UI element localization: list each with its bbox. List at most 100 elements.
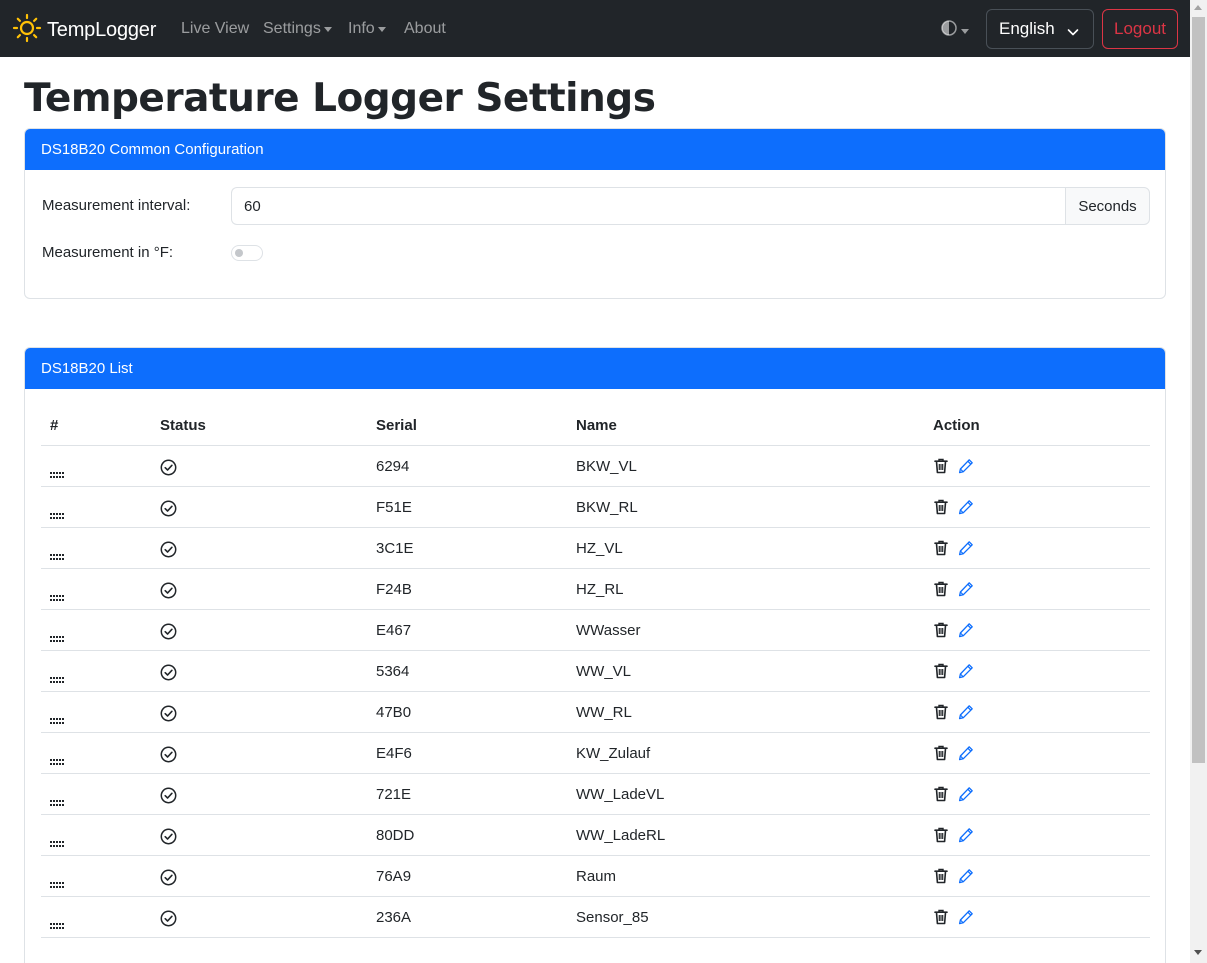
trash-icon[interactable] [934,499,948,519]
drag-handle-icon[interactable] [50,629,65,646]
sensor-serial: 236A [376,909,412,926]
drag-handle-icon[interactable] [50,547,65,564]
sensor-name: KW_Zulauf [576,745,651,762]
trash-icon[interactable] [934,704,948,724]
language-select[interactable]: English [986,9,1094,49]
check-circle-icon [160,705,177,726]
drag-handle-icon[interactable] [50,588,65,605]
nav-about-label: About [404,20,446,37]
trash-icon[interactable] [934,540,948,560]
check-circle-icon [160,869,177,890]
trash-icon[interactable] [934,663,948,683]
drag-handle-icon[interactable] [50,711,65,728]
sensor-serial: 80DD [376,827,415,844]
table-row: 236A Sensor_85 [41,897,1150,938]
scroll-thumb[interactable] [1192,17,1205,763]
scroll-down-arrow-icon[interactable] [1194,950,1202,955]
logout-button[interactable]: Logout [1102,9,1178,49]
page-title: Temperature Logger Settings [24,76,656,121]
table-row: 3C1E HZ_VL [41,528,1150,569]
trash-icon[interactable] [934,581,948,601]
scroll-up-arrow-icon[interactable] [1194,5,1202,10]
drag-handle-icon[interactable] [50,506,65,523]
sun-icon [12,13,42,48]
toggle-knob [235,249,243,257]
sensor-serial: 5364 [376,663,410,680]
caret-down-icon [377,27,386,32]
pencil-icon[interactable] [958,786,974,806]
trash-icon[interactable] [934,868,948,888]
table-row: 47B0 WW_RL [41,692,1150,733]
drag-handle-icon[interactable] [50,670,65,687]
interval-label: Measurement interval: [42,197,191,214]
sensor-serial: F24B [376,581,412,598]
nav-about[interactable]: About [404,19,446,39]
sensor-list-card: DS18B20 List # Status Serial Name Action… [24,347,1166,963]
check-circle-icon [160,500,177,521]
pencil-icon[interactable] [958,663,974,683]
sensor-list-header: DS18B20 List [25,348,1165,389]
pencil-icon[interactable] [958,868,974,888]
check-circle-icon [160,582,177,603]
drag-handle-icon[interactable] [50,916,65,933]
trash-icon[interactable] [934,745,948,765]
vertical-scrollbar[interactable] [1190,0,1207,963]
column-header-index: # [50,417,59,434]
table-row: F24B HZ_RL [41,569,1150,610]
table-row: 80DD WW_LadeRL [41,815,1150,856]
pencil-icon[interactable] [958,540,974,560]
theme-toggle[interactable] [941,20,969,41]
nav-settings-dropdown[interactable]: Settings [263,19,332,39]
nav-info-dropdown[interactable]: Info [348,19,386,39]
nav-live-view[interactable]: Live View [181,19,249,39]
fahrenheit-toggle[interactable] [231,245,263,261]
drag-handle-icon[interactable] [50,875,65,892]
check-circle-icon [160,459,177,480]
pencil-icon[interactable] [958,827,974,847]
table-row: 5364 WW_VL [41,651,1150,692]
sensor-serial: 721E [376,786,412,803]
nav-info-label: Info [348,20,375,37]
caret-down-icon [961,28,969,34]
pencil-icon[interactable] [958,909,974,929]
pencil-icon[interactable] [958,499,974,519]
sensor-name: BKW_RL [576,499,638,516]
sensor-serial: 3C1E [376,540,414,557]
common-config-card: DS18B20 Common Configuration Measurement… [24,128,1166,299]
check-circle-icon [160,787,177,808]
sensor-table: # Status Serial Name Action 6294 BKW_VL F5… [41,406,1150,938]
sensor-name: BKW_VL [576,458,637,475]
trash-icon[interactable] [934,622,948,642]
brand[interactable]: TempLogger [12,13,156,48]
table-row: F51E BKW_RL [41,487,1150,528]
drag-handle-icon[interactable] [50,793,65,810]
table-row: 76A9 Raum [41,856,1150,897]
drag-handle-icon[interactable] [50,834,65,851]
pencil-icon[interactable] [958,458,974,478]
pencil-icon[interactable] [958,704,974,724]
check-circle-icon [160,910,177,931]
trash-icon[interactable] [934,827,948,847]
column-header-action: Action [933,417,980,434]
nav-live-view-label: Live View [181,20,250,37]
table-row: 6294 BKW_VL [41,446,1150,487]
pencil-icon[interactable] [958,581,974,601]
brand-name: TempLogger [47,19,157,41]
sensor-name: WW_RL [576,704,632,721]
sensor-serial: F51E [376,499,412,516]
check-circle-icon [160,623,177,644]
pencil-icon[interactable] [958,622,974,642]
trash-icon[interactable] [934,909,948,929]
drag-handle-icon[interactable] [50,465,65,482]
table-row: 721E WW_LadeVL [41,774,1150,815]
sensor-name: WW_LadeRL [576,827,666,844]
check-circle-icon [160,541,177,562]
interval-input[interactable]: 60 [231,187,1065,225]
pencil-icon[interactable] [958,745,974,765]
drag-handle-icon[interactable] [50,752,65,769]
trash-icon[interactable] [934,458,948,478]
trash-icon[interactable] [934,786,948,806]
contrast-icon [941,20,957,41]
common-config-header: DS18B20 Common Configuration [25,129,1165,170]
sensor-name: Sensor_85 [576,909,649,926]
